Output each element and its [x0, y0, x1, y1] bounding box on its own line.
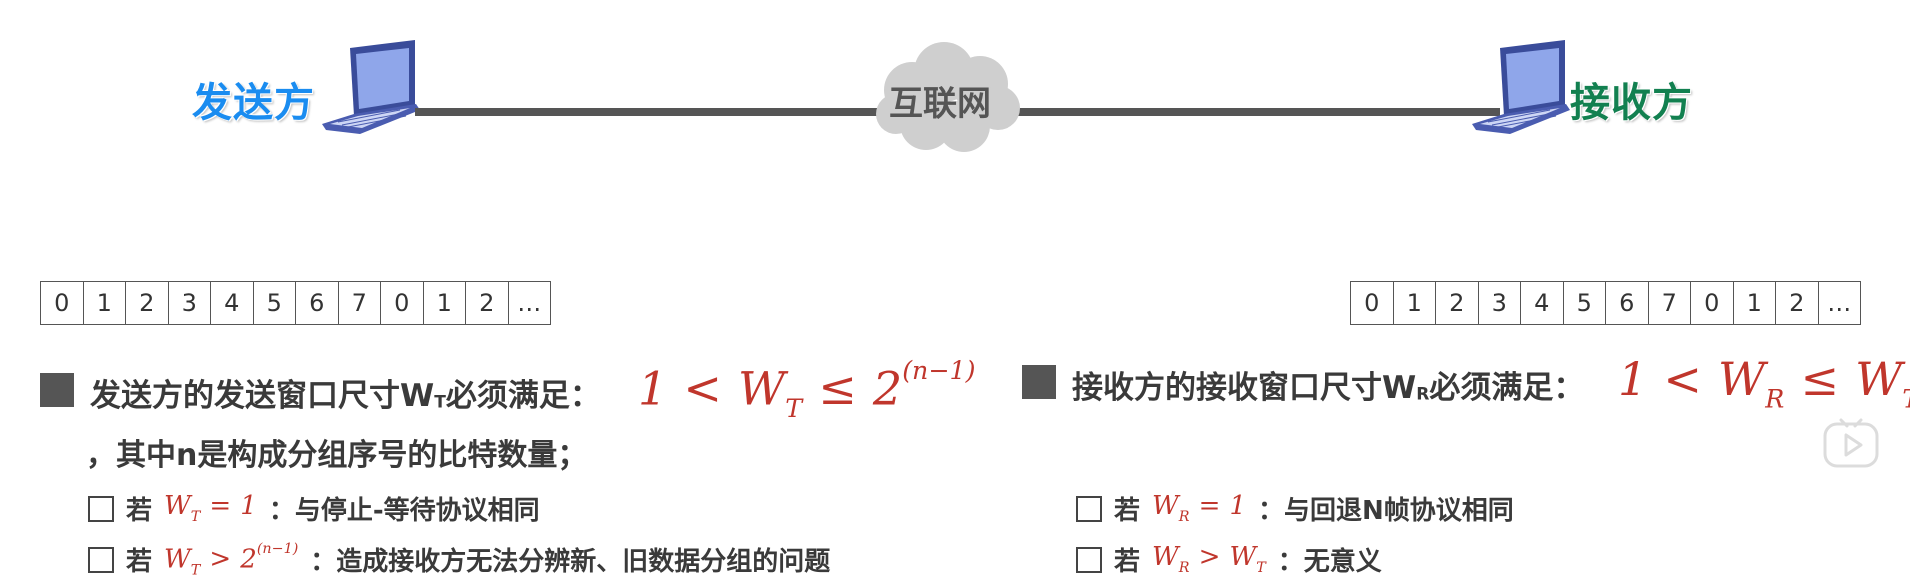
item-formula: WT = 1 [164, 491, 257, 526]
seq-cell: 1 [1392, 281, 1436, 325]
heading-sub: R [1416, 384, 1430, 405]
seq-cell: 2 [465, 281, 509, 325]
seq-cell: 3 [167, 281, 211, 325]
bullet-square-icon [1022, 365, 1056, 399]
heading-suffix: 必须满足： [445, 378, 601, 414]
sender-rule-heading: 发送方的发送窗口尺寸WT必须满足： [90, 370, 601, 415]
seq-cell: 0 [40, 281, 84, 325]
sender-item-1: 若 WT = 1 ：与停止-等待协议相同 [88, 490, 540, 527]
item-formula: WR > WT [1152, 542, 1266, 577]
receiver-item-2: 若 WR > WT ：无意义 [1076, 541, 1382, 578]
heading-suffix: 必须满足： [1429, 370, 1585, 406]
seq-cell: 6 [295, 281, 339, 325]
seq-cell: 0 [380, 281, 424, 325]
receiver-window-formula: 1<WR≤WT [1618, 352, 1910, 414]
seq-cell: 4 [210, 281, 254, 325]
seq-cell: 2 [1775, 281, 1819, 325]
bullet-square-icon [40, 373, 74, 407]
sender-sequence-row: 0 1 2 3 4 5 6 7 0 1 2 … [40, 281, 551, 325]
seq-cell: 0 [1690, 281, 1734, 325]
seq-cell: 1 [1732, 281, 1776, 325]
item-formula: WR = 1 [1152, 491, 1247, 526]
network-label: 互联网 [889, 84, 991, 124]
seq-cell: 2 [1435, 281, 1479, 325]
seq-cell: 5 [1562, 281, 1606, 325]
receiver-item-1: 若 WR = 1 ：与回退N帧协议相同 [1076, 490, 1514, 527]
heading-prefix: 接收方的接收窗口尺寸W [1072, 370, 1417, 406]
item-formula: WT >2(n−1) [164, 541, 299, 579]
heading-prefix: 发送方的发送窗口尺寸W [90, 378, 435, 414]
seq-cell: 7 [337, 281, 381, 325]
checkbox-icon [1076, 546, 1102, 573]
sender-label: 发送方 [192, 80, 315, 126]
seq-cell: 2 [125, 281, 169, 325]
sender-rule-note: ，其中n是构成分组序号的比特数量； [86, 438, 588, 473]
checkbox-icon [88, 546, 114, 573]
seq-cell: 1 [422, 281, 466, 325]
checkbox-icon [1076, 495, 1102, 522]
receiver-laptop-icon [1472, 40, 1570, 134]
link-line-right [1000, 108, 1500, 116]
checkbox-icon [88, 495, 114, 522]
seq-cell: 4 [1520, 281, 1564, 325]
seq-cell: 6 [1605, 281, 1649, 325]
sender-item-2: 若 WT >2(n−1) ：造成接收方无法分辨新、旧数据分组的问题 [88, 541, 830, 578]
seq-cell: … [1817, 281, 1861, 325]
receiver-label: 接收方 [1570, 80, 1693, 126]
heading-sub: T [434, 392, 446, 413]
seq-cell: 3 [1477, 281, 1521, 325]
seq-cell: … [507, 281, 551, 325]
receiver-rule-heading: 接收方的接收窗口尺寸WR必须满足： [1072, 362, 1584, 407]
seq-cell: 5 [252, 281, 296, 325]
seq-cell: 0 [1350, 281, 1394, 325]
sender-window-formula: 1 < WT ≤2(n−1) [638, 356, 976, 423]
seq-cell: 7 [1647, 281, 1691, 325]
link-line-left [415, 108, 880, 116]
play-icon[interactable] [1823, 418, 1879, 468]
seq-cell: 1 [82, 281, 126, 325]
sender-laptop-icon [322, 40, 420, 134]
receiver-sequence-row: 0 1 2 3 4 5 6 7 0 1 2 … [1350, 281, 1861, 325]
